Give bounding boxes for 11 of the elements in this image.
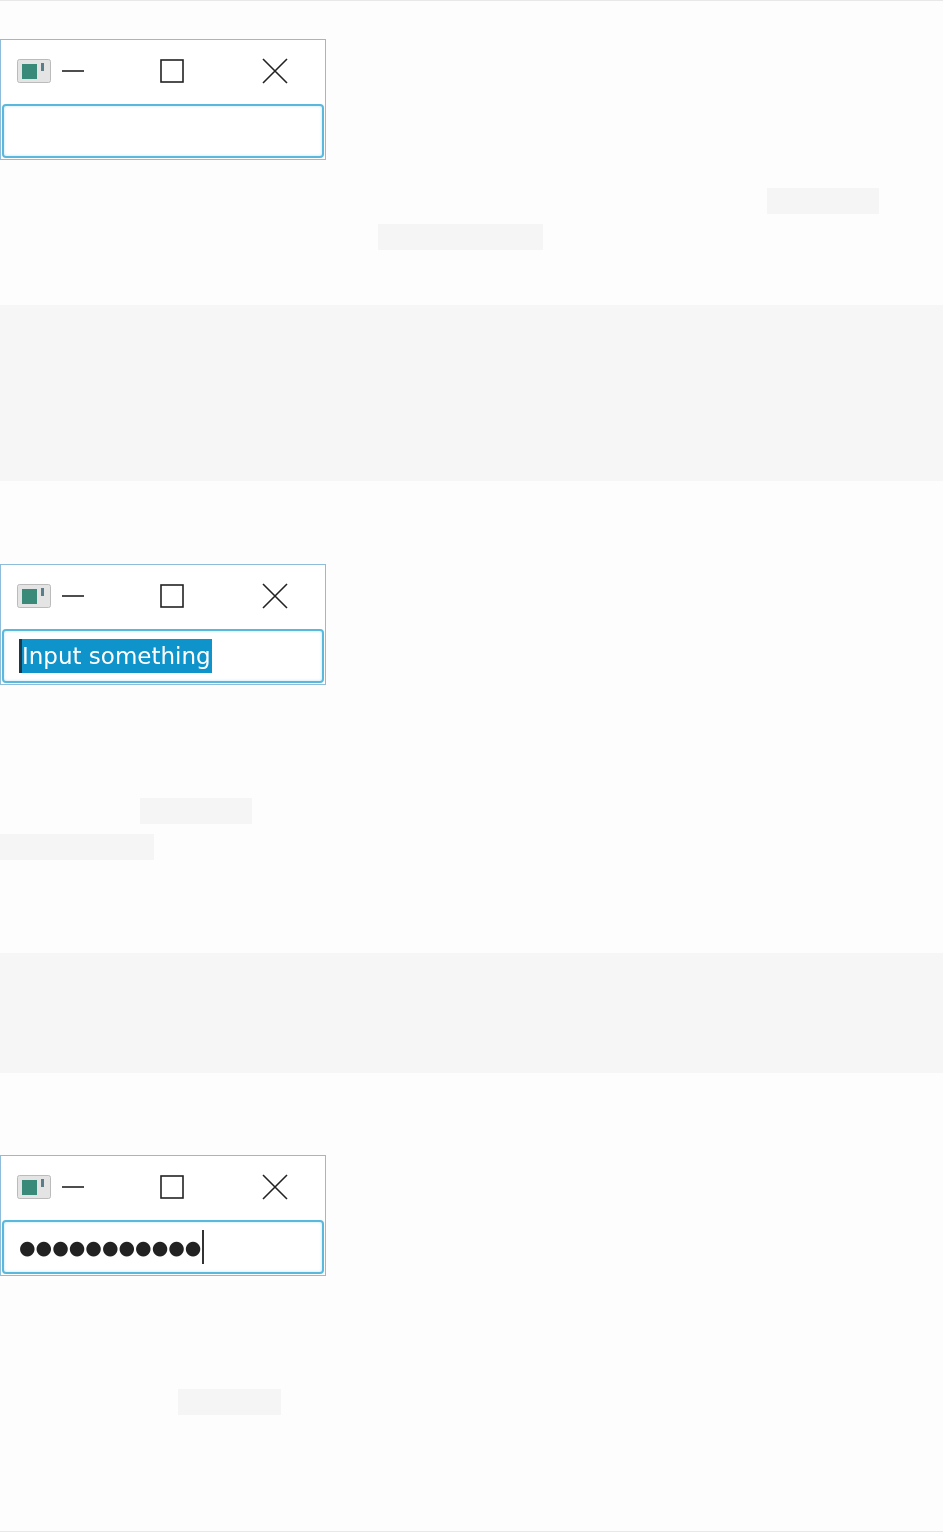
password-field[interactable]: ●●●●●●●●●●● xyxy=(2,1220,324,1274)
text-field[interactable] xyxy=(2,104,324,158)
window-icon xyxy=(17,584,51,608)
close-icon[interactable] xyxy=(262,583,288,609)
maximize-icon[interactable] xyxy=(160,1175,184,1199)
window-icon xyxy=(17,1175,51,1199)
close-icon[interactable] xyxy=(262,1174,288,1200)
maximize-icon[interactable] xyxy=(160,584,184,608)
close-icon[interactable] xyxy=(262,58,288,84)
window-icon xyxy=(17,59,51,83)
maximize-icon[interactable] xyxy=(160,59,184,83)
